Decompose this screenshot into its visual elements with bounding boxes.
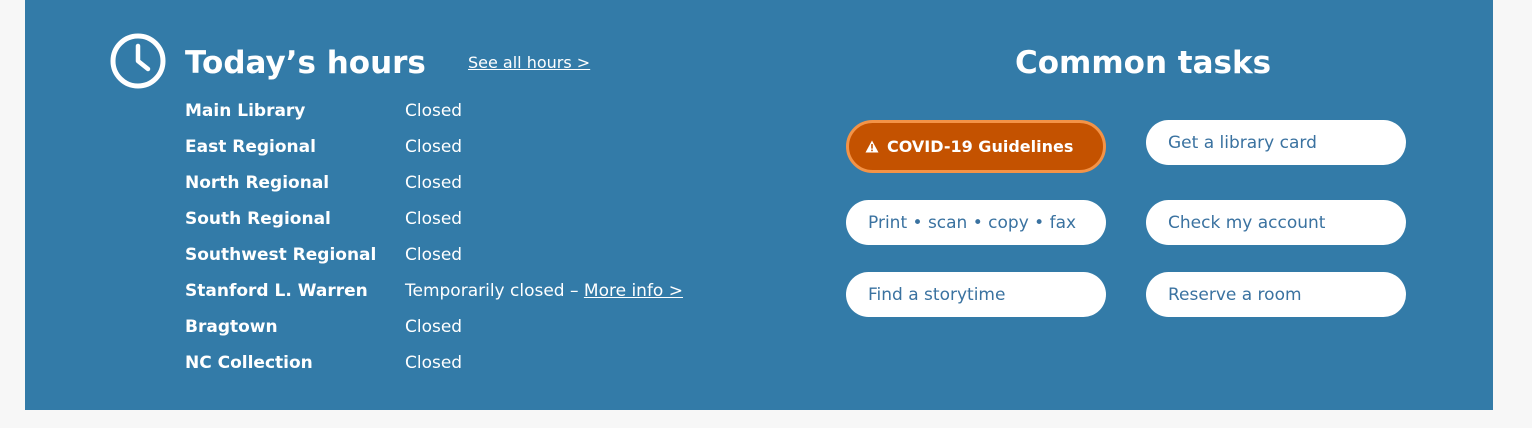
reserve-room-button[interactable]: Reserve a room (1146, 272, 1406, 317)
hours-row-southwest-regional: Southwest Regional Closed (185, 237, 683, 273)
branch-name: Bragtown (185, 317, 278, 337)
covid-guidelines-button[interactable]: COVID-19 Guidelines (846, 120, 1106, 173)
branch-status: Closed (405, 209, 463, 229)
warning-icon (865, 140, 879, 153)
branch-name: Main Library (185, 101, 306, 121)
hours-row-stanford-l-warren: Stanford L. Warren Temporarily closed – … (185, 273, 683, 309)
hours-and-tasks-panel: Today’s hours See all hours > Main Libra… (25, 0, 1493, 410)
branch-name: South Regional (185, 209, 331, 229)
hours-row-north-regional: North Regional Closed (185, 165, 683, 201)
hours-list: Main Library Closed East Regional Closed… (185, 93, 683, 381)
more-info-link[interactable]: More info > (584, 281, 683, 301)
branch-name: North Regional (185, 173, 330, 193)
branch-name: East Regional (185, 137, 316, 157)
branch-name: NC Collection (185, 353, 313, 373)
hours-row-nc-collection: NC Collection Closed (185, 345, 683, 381)
print-scan-copy-fax-button[interactable]: Print • scan • copy • fax (846, 200, 1106, 245)
hours-row-south-regional: South Regional Closed (185, 201, 683, 237)
get-library-card-button[interactable]: Get a library card (1146, 120, 1406, 165)
hours-row-main-library: Main Library Closed (185, 93, 683, 129)
hours-title: Today’s hours (185, 45, 426, 81)
covid-guidelines-label: COVID-19 Guidelines (887, 137, 1074, 156)
check-my-account-button[interactable]: Check my account (1146, 200, 1406, 245)
find-storytime-button[interactable]: Find a storytime (846, 272, 1106, 317)
branch-status: Temporarily closed – More info > (405, 281, 683, 301)
branch-status: Closed (405, 353, 463, 373)
branch-status-text: Temporarily closed – (405, 281, 584, 301)
branch-status: Closed (405, 245, 463, 265)
branch-status: Closed (405, 137, 463, 157)
branch-status: Closed (405, 173, 463, 193)
branch-status: Closed (405, 101, 463, 121)
branch-name: Southwest Regional (185, 245, 377, 265)
see-all-hours-link[interactable]: See all hours > (468, 53, 590, 72)
branch-status: Closed (405, 317, 463, 337)
clock-icon (110, 33, 166, 89)
hours-row-bragtown: Bragtown Closed (185, 309, 683, 345)
hours-row-east-regional: East Regional Closed (185, 129, 683, 165)
common-tasks-title: Common tasks (1015, 45, 1272, 81)
branch-name: Stanford L. Warren (185, 281, 368, 301)
